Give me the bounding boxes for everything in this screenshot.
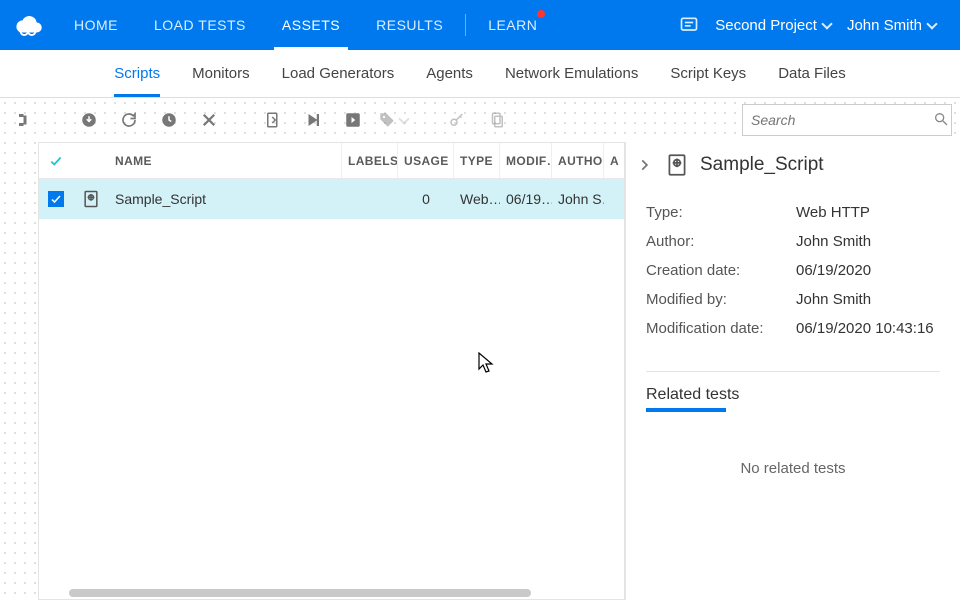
tab-agents[interactable]: Agents: [426, 50, 473, 97]
nav-results[interactable]: RESULTS: [358, 0, 461, 50]
top-right-controls: Second Project John Smith: [679, 15, 948, 35]
chevron-down-icon: [926, 18, 937, 29]
nav-assets[interactable]: ASSETS: [264, 0, 358, 50]
details-fields: Type:Web HTTP Author:John Smith Creation…: [626, 194, 960, 347]
tab-script-keys[interactable]: Script Keys: [670, 50, 746, 97]
main-nav: HOME LOAD TESTS ASSETS RESULTS LEARN: [56, 0, 555, 50]
key-icon: [442, 105, 472, 135]
cell-modified: 06/19…: [500, 179, 552, 219]
table-header: NAME LABELS USAGE TYPE MODIF… AUTHOR A: [39, 143, 624, 179]
field-value: John Smith: [796, 291, 940, 308]
script-type-icon: [73, 179, 109, 219]
script-icon: [664, 152, 690, 178]
search-input[interactable]: [751, 112, 933, 128]
scripts-toolbar: [0, 98, 960, 142]
cell-type: Web…: [454, 179, 500, 219]
user-menu[interactable]: John Smith: [847, 17, 936, 34]
cell-author: John S…: [552, 179, 604, 219]
refresh-icon[interactable]: [114, 105, 144, 135]
related-tests-empty: No related tests: [626, 410, 960, 527]
row-checkbox[interactable]: [39, 179, 73, 219]
workarea: NAME LABELS USAGE TYPE MODIF… AUTHOR A S…: [0, 98, 960, 600]
cell-name: Sample_Script: [109, 179, 342, 219]
nav-load-tests[interactable]: LOAD TESTS: [136, 0, 264, 50]
project-name: Second Project: [715, 17, 817, 34]
copy-icon: [482, 105, 512, 135]
col-type[interactable]: TYPE: [454, 143, 500, 178]
col-name[interactable]: NAME: [109, 143, 342, 178]
details-panel: Sample_Script Type:Web HTTP Author:John …: [625, 142, 960, 600]
col-author[interactable]: AUTHOR: [552, 143, 604, 178]
run-icon[interactable]: [298, 105, 328, 135]
col-labels[interactable]: LABELS: [342, 143, 398, 178]
download-icon[interactable]: [74, 105, 104, 135]
field-label: Type:: [646, 204, 796, 221]
chevron-down-icon: [821, 18, 832, 29]
top-navbar: HOME LOAD TESTS ASSETS RESULTS LEARN Sec…: [0, 0, 960, 50]
collapse-panel-icon[interactable]: [634, 155, 654, 175]
tab-network-emulations[interactable]: Network Emulations: [505, 50, 638, 97]
field-value: 06/19/2020: [796, 262, 940, 279]
table-row[interactable]: Sample_Script 0 Web… 06/19… John S…: [39, 179, 624, 219]
field-value: John Smith: [796, 233, 940, 250]
tree-strip: [0, 142, 38, 600]
tab-monitors[interactable]: Monitors: [192, 50, 250, 97]
col-usage[interactable]: USAGE: [398, 143, 454, 178]
search-box[interactable]: [742, 104, 952, 136]
field-label: Creation date:: [646, 262, 796, 279]
nav-separator: [465, 14, 466, 36]
nav-learn-label: LEARN: [488, 17, 537, 33]
feedback-icon[interactable]: [679, 15, 699, 35]
scripts-table: NAME LABELS USAGE TYPE MODIF… AUTHOR A S…: [38, 142, 625, 600]
cell-extra: [604, 179, 624, 219]
tab-scripts[interactable]: Scripts: [114, 50, 160, 97]
clock-icon[interactable]: [154, 105, 184, 135]
nav-home[interactable]: HOME: [56, 0, 136, 50]
field-value: Web HTTP: [796, 204, 940, 221]
user-name: John Smith: [847, 17, 922, 34]
cell-labels: [342, 179, 398, 219]
field-label: Author:: [646, 233, 796, 250]
import-icon[interactable]: [338, 105, 368, 135]
col-extra[interactable]: A: [604, 143, 624, 178]
notification-dot-icon: [537, 10, 545, 18]
assets-subnav: Scripts Monitors Load Generators Agents …: [0, 50, 960, 98]
related-tests-heading: Related tests: [626, 386, 960, 410]
tab-data-files[interactable]: Data Files: [778, 50, 846, 97]
tab-load-generators[interactable]: Load Generators: [282, 50, 395, 97]
app-logo[interactable]: [0, 0, 56, 50]
cell-usage: 0: [398, 179, 454, 219]
delete-icon[interactable]: [194, 105, 224, 135]
field-label: Modification date:: [646, 320, 796, 337]
horizontal-scrollbar[interactable]: [39, 589, 624, 599]
nav-learn[interactable]: LEARN: [470, 0, 555, 50]
field-label: Modified by:: [646, 291, 796, 308]
tree-icon[interactable]: [10, 105, 40, 135]
search-icon[interactable]: [933, 111, 949, 130]
project-selector[interactable]: Second Project: [715, 17, 831, 34]
tag-icon: [378, 105, 408, 135]
chevron-down-icon: [398, 113, 409, 124]
col-modified[interactable]: MODIF…: [500, 143, 552, 178]
details-title: Sample_Script: [700, 154, 824, 176]
select-all-checkbox[interactable]: [39, 143, 73, 178]
field-value: 06/19/2020 10:43:16: [796, 320, 940, 337]
export-icon[interactable]: [258, 105, 288, 135]
